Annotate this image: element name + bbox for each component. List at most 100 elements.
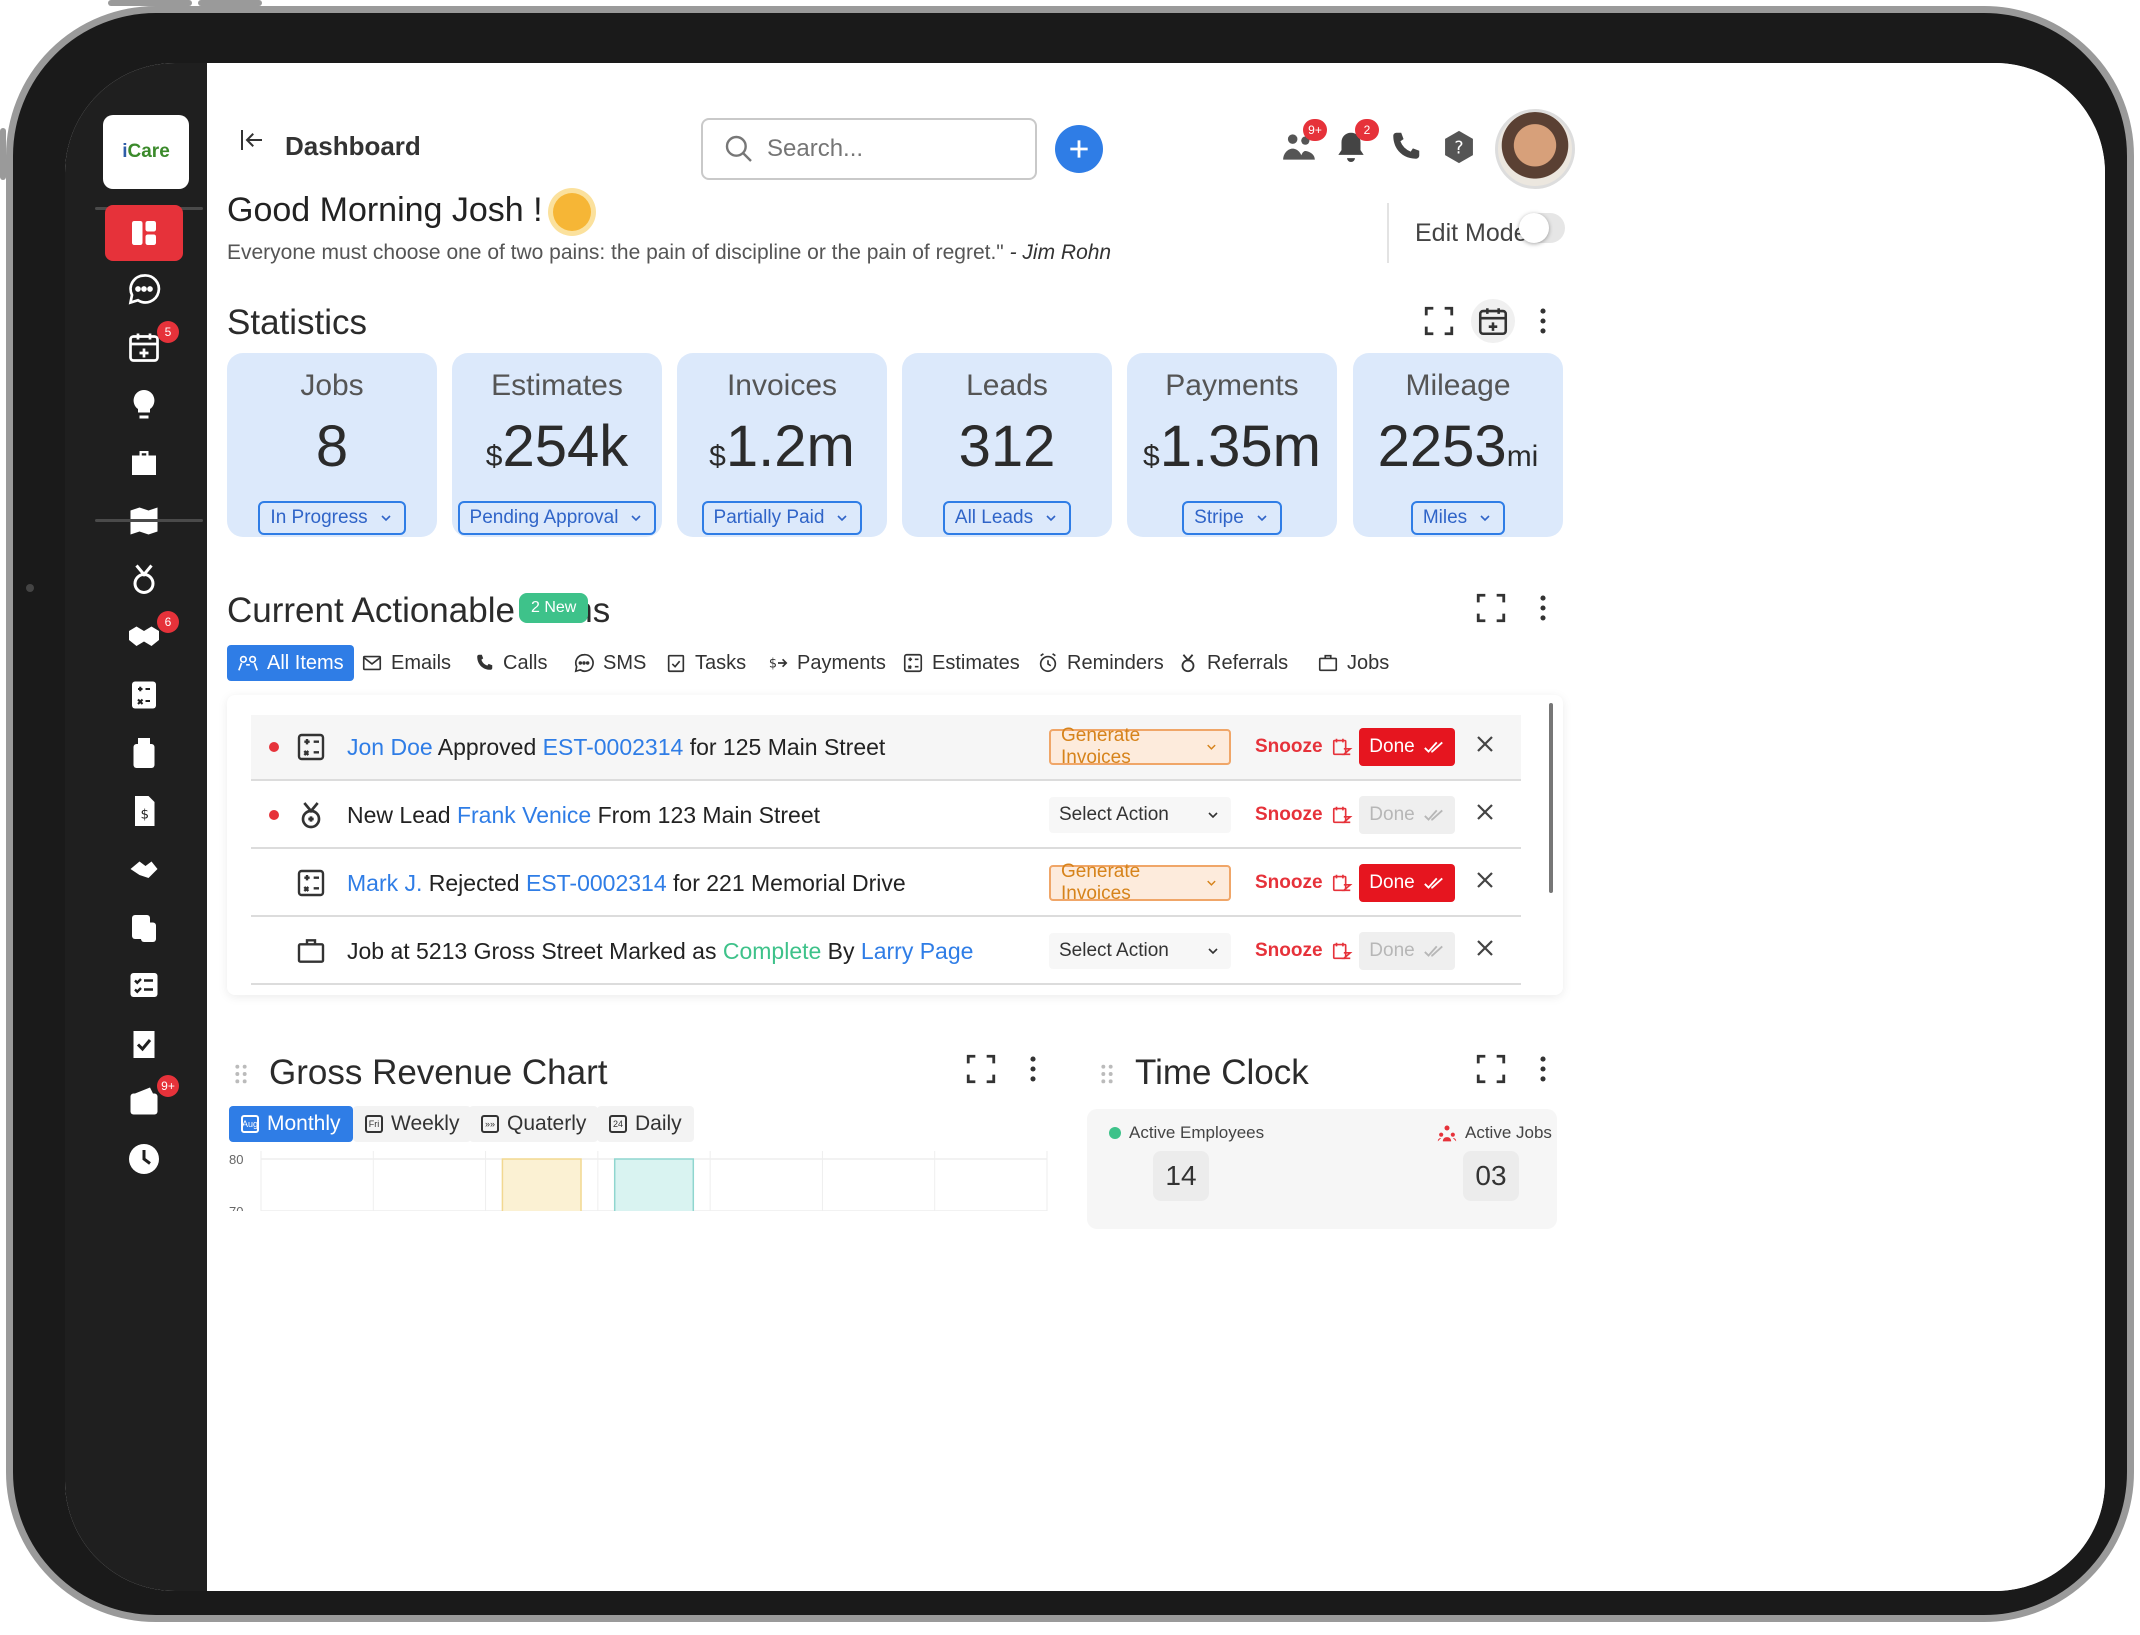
sidebar-item-dashboard[interactable] (105, 205, 183, 261)
sidebar-item-documents[interactable] (105, 899, 183, 955)
chart-bar[interactable] (501, 1158, 582, 1211)
more-options-icon[interactable] (1521, 1047, 1565, 1091)
row-action-dropdown[interactable]: Select Action (1049, 797, 1231, 833)
stat-card-leads[interactable]: Leads 312 All Leads (902, 353, 1112, 537)
row-link[interactable]: EST-0002314 (526, 870, 667, 896)
snooze-button[interactable]: Snooze (1255, 804, 1353, 826)
sidebar-item-wallet[interactable]: 9+ (105, 1073, 183, 1129)
done-button[interactable]: Done (1359, 728, 1455, 766)
done-button[interactable]: Done (1359, 932, 1455, 970)
chart-tab-weekly[interactable]: Fri Weekly (353, 1106, 472, 1142)
dismiss-button[interactable] (1473, 866, 1497, 900)
sidebar-item-estimates[interactable] (105, 667, 183, 723)
chart-tab-quaterly[interactable]: »» Quaterly (469, 1106, 599, 1142)
tab-sms[interactable]: SMS (563, 645, 656, 681)
tab-payments[interactable]: $ Payments (757, 645, 896, 681)
tab-reminders[interactable]: Reminders (1027, 645, 1174, 681)
sidebar-item-messages[interactable] (105, 261, 183, 317)
logo[interactable]: i Care (103, 115, 189, 189)
search-box[interactable] (701, 118, 1037, 180)
stat-card-jobs[interactable]: Jobs 8 In Progress (227, 353, 437, 537)
phone-icon[interactable] (1379, 121, 1431, 173)
calendar-add-icon[interactable] (1471, 299, 1515, 343)
sidebar-item-checklists[interactable] (105, 957, 183, 1013)
more-options-icon[interactable] (1521, 586, 1565, 630)
add-button[interactable] (1055, 125, 1103, 173)
sidebar-item-referrals[interactable] (105, 551, 183, 607)
sidebar-item-calendar[interactable]: 5 (105, 319, 183, 375)
tab-tasks[interactable]: Tasks (655, 645, 756, 681)
actionable-row[interactable]: Mark J. Rejected EST-0002314 for 221 Mem… (251, 851, 1521, 917)
stat-filter-dropdown[interactable]: Pending Approval (457, 501, 657, 535)
chart-bar[interactable] (613, 1158, 695, 1211)
chart-tab-daily[interactable]: 24 Daily (597, 1106, 694, 1142)
sidebar-item-jobs[interactable] (105, 435, 183, 491)
row-link[interactable]: Jon Doe (347, 734, 433, 760)
tab-referrals[interactable]: Referrals (1167, 645, 1298, 681)
snooze-button[interactable]: Snooze (1255, 872, 1353, 894)
stat-card-estimates[interactable]: Estimates $254k Pending Approval (452, 353, 662, 537)
jobs-icon (126, 445, 162, 481)
sidebar-item-tasks[interactable] (105, 1015, 183, 1071)
notification-bell-icon[interactable]: 2 (1325, 119, 1379, 173)
row-action-dropdown[interactable]: Generate Invoices (1049, 725, 1231, 768)
sidebar-item-invoices[interactable]: $ (105, 783, 183, 839)
sidebar-item-time[interactable] (105, 1131, 183, 1187)
actionable-row[interactable]: Jon Doe Approved EST-0002314 for 125 Mai… (251, 715, 1521, 781)
expand-icon[interactable] (959, 1047, 1003, 1091)
sidebar-item-ideas[interactable] (105, 377, 183, 433)
row-link[interactable]: Complete (723, 938, 821, 964)
row-text: Jon Doe Approved EST-0002314 for 125 Mai… (347, 734, 885, 761)
dismiss-button[interactable] (1473, 730, 1497, 764)
row-action-dropdown[interactable]: Generate Invoices (1049, 861, 1231, 904)
stat-filter-dropdown[interactable]: Partially Paid (701, 501, 863, 535)
actionable-row[interactable]: Job at 5213 Gross Street Marked as Compl… (251, 919, 1521, 985)
snooze-icon (1332, 874, 1353, 892)
stat-card-mileage[interactable]: Mileage 2253mi Miles (1353, 353, 1563, 537)
tab-all-items[interactable]: All Items (227, 645, 354, 681)
stat-filter-dropdown[interactable]: All Leads (942, 501, 1072, 535)
stat-card-invoices[interactable]: Invoices $1.2m Partially Paid (677, 353, 887, 537)
dismiss-button[interactable] (1473, 934, 1497, 968)
stat-card-payments[interactable]: Payments $1.35m Stripe (1127, 353, 1337, 537)
tab-icon (237, 652, 259, 674)
expand-icon[interactable] (1469, 586, 1513, 630)
dismiss-button[interactable] (1473, 798, 1497, 832)
scrollbar[interactable] (1549, 703, 1553, 893)
snooze-button[interactable]: Snooze (1255, 940, 1353, 962)
tab-emails[interactable]: Emails (351, 645, 461, 681)
stat-filter-dropdown[interactable]: In Progress (258, 501, 406, 535)
help-icon[interactable]: ? (1433, 121, 1485, 173)
done-button[interactable]: Done (1359, 864, 1455, 902)
more-options-icon[interactable] (1521, 299, 1565, 343)
search-input[interactable] (767, 135, 1007, 163)
user-avatar[interactable] (1495, 109, 1575, 189)
tab-estimates[interactable]: Estimates (892, 645, 1030, 681)
collapse-sidebar-icon[interactable] (237, 125, 277, 165)
snooze-button[interactable]: Snooze (1255, 736, 1353, 758)
more-options-icon[interactable] (1011, 1047, 1055, 1091)
drag-handle-icon[interactable] (1099, 1063, 1117, 1087)
expand-icon[interactable] (1417, 299, 1461, 343)
row-action-label: Select Action (1059, 804, 1169, 825)
row-link[interactable]: EST-0002314 (543, 734, 684, 760)
stat-filter-dropdown[interactable]: Stripe (1182, 501, 1282, 535)
actionable-row[interactable]: New Lead Frank Venice From 123 Main Stre… (251, 783, 1521, 849)
row-action-dropdown[interactable]: Select Action (1049, 933, 1231, 969)
sidebar-item-deals[interactable]: 6 (105, 609, 183, 665)
stat-filter-dropdown[interactable]: Miles (1410, 501, 1506, 535)
tab-calls[interactable]: Calls (463, 645, 557, 681)
edit-mode-toggle[interactable] (1519, 213, 1565, 243)
row-link[interactable]: Larry Page (861, 938, 974, 964)
drag-handle-icon[interactable] (233, 1063, 251, 1087)
done-button[interactable]: Done (1359, 796, 1455, 834)
expand-icon[interactable] (1469, 1047, 1513, 1091)
team-badge: 9+ (1303, 119, 1327, 141)
sidebar-item-inventory[interactable] (105, 725, 183, 781)
chart-tab-monthly[interactable]: Aug Monthly (229, 1106, 353, 1142)
team-icon[interactable]: 9+ (1273, 119, 1327, 173)
row-link[interactable]: Frank Venice (457, 802, 591, 828)
tab-jobs[interactable]: Jobs (1307, 645, 1399, 681)
row-link[interactable]: Mark J. (347, 870, 422, 896)
sidebar-item-payments[interactable] (105, 841, 183, 897)
